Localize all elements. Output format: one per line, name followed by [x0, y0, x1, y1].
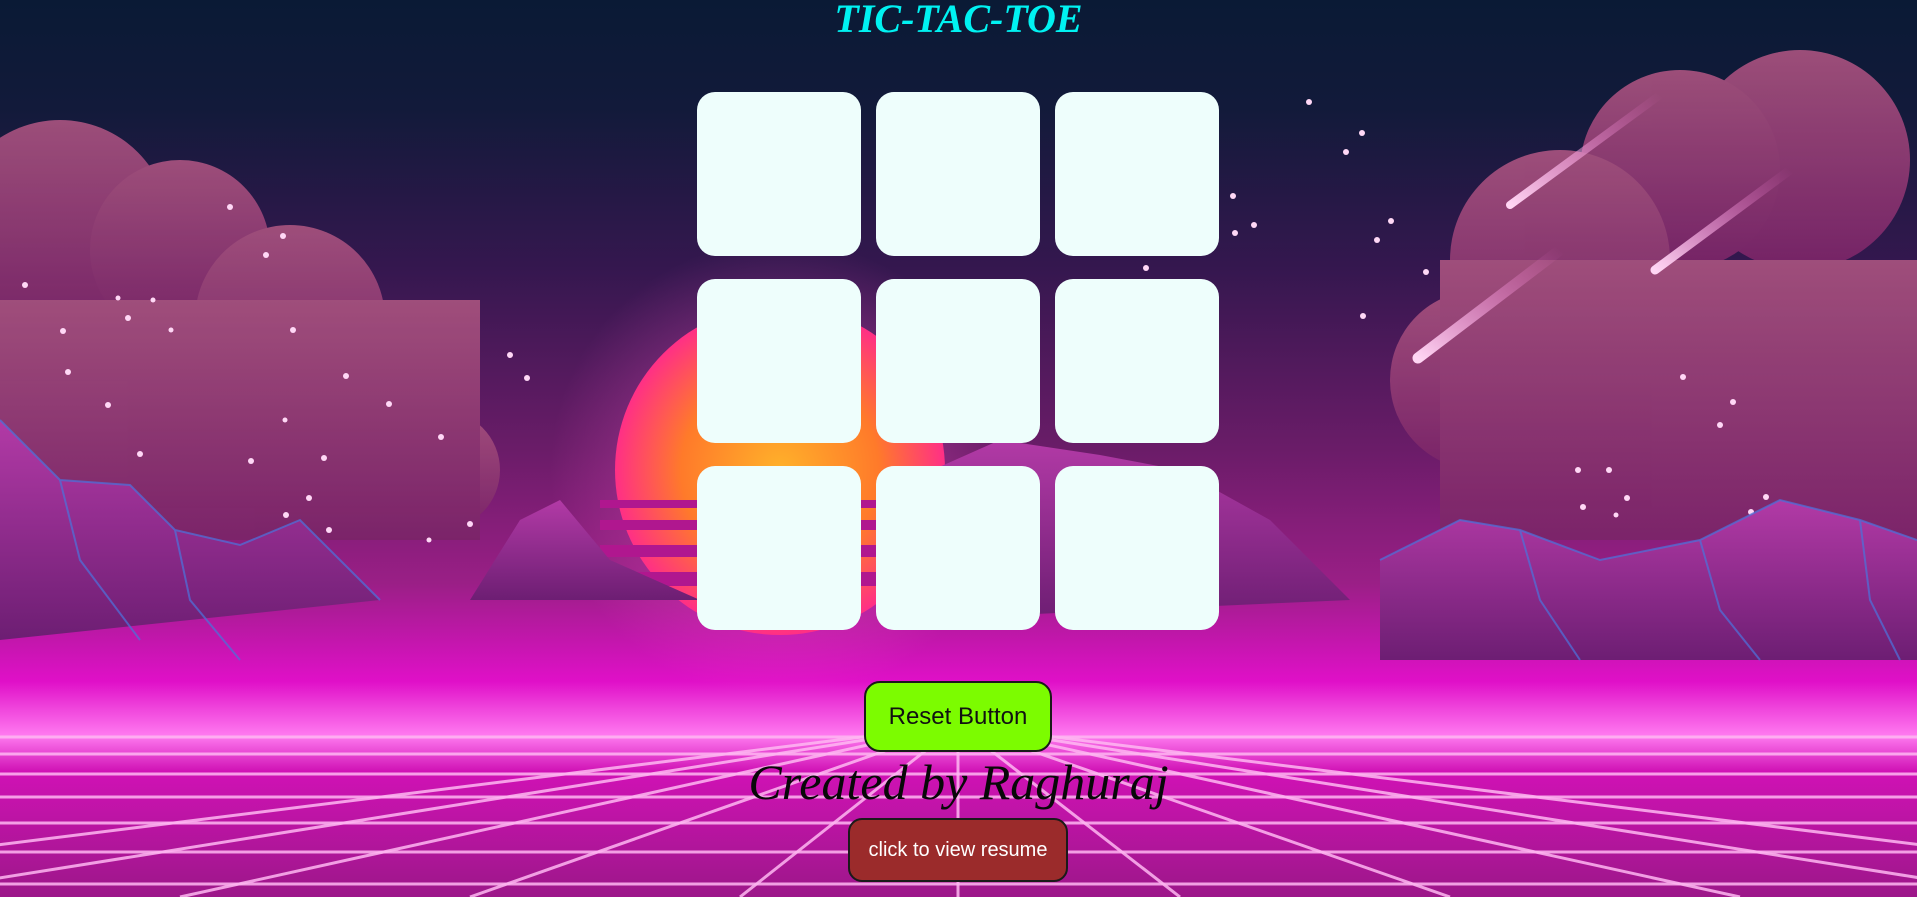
- board-cell-2[interactable]: [876, 92, 1040, 256]
- board-cell-3[interactable]: [1055, 92, 1219, 256]
- board-cell-9[interactable]: [1055, 466, 1219, 630]
- author-credit: Created by Raghuraj: [748, 754, 1169, 810]
- board-cell-5[interactable]: [876, 279, 1040, 443]
- board-cell-8[interactable]: [876, 466, 1040, 630]
- board-cell-1[interactable]: [697, 92, 861, 256]
- page-title: TIC-TAC-TOE: [834, 0, 1083, 41]
- view-resume-button[interactable]: click to view resume: [848, 818, 1068, 882]
- board-cell-4[interactable]: [697, 279, 861, 443]
- board-cell-6[interactable]: [1055, 279, 1219, 443]
- game-board: [697, 92, 1219, 632]
- board-cell-7[interactable]: [697, 466, 861, 630]
- reset-button[interactable]: Reset Button: [864, 681, 1052, 752]
